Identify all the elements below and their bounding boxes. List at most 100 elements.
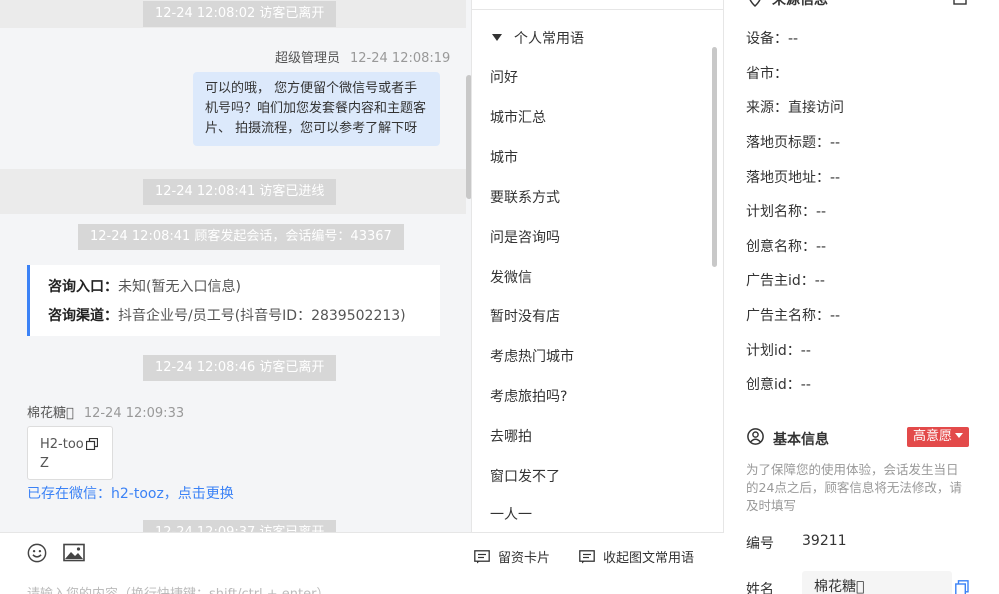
phrase-item[interactable]: 问好 [490, 67, 518, 87]
phrase-group-header[interactable]: 个人常用语 [492, 28, 584, 48]
info-label: 广告主id： [746, 273, 815, 289]
collapse-phrases-button[interactable]: 收起图文常用语 [579, 547, 694, 566]
phrase-group-title: 个人常用语 [514, 31, 584, 47]
info-label: 创意id： [746, 377, 801, 393]
entry-value: 未知(暂无入口信息) [118, 279, 241, 295]
message-time: 12-24 12:09:33 [83, 406, 185, 421]
info-row-creative-name: 创意名称：-- [746, 236, 826, 256]
phrase-item[interactable]: 城市汇总 [490, 107, 546, 127]
message-input[interactable]: 请输入您的内容（换行快捷键：shift/ctrl + enter） [27, 583, 330, 594]
copy-icon[interactable] [86, 438, 98, 450]
info-row-device: 设备：-- [746, 28, 798, 48]
intent-level-dropdown[interactable]: 高意愿 [907, 427, 970, 447]
info-value: -- [816, 204, 827, 220]
phrase-item[interactable]: 发微信 [490, 267, 532, 287]
info-row-plan-name: 计划名称：-- [746, 201, 826, 221]
collapse-phrases-label: 收起图文常用语 [603, 551, 695, 566]
phrase-item[interactable]: 暂时没有店 [490, 306, 560, 326]
message-meta: 超级管理员 12-24 12:08:19 [275, 47, 450, 66]
user-circle-icon [747, 428, 764, 445]
id-value: 39211 [802, 533, 847, 549]
phrases-scrollbar[interactable] [712, 47, 717, 267]
phrase-item[interactable]: 去哪拍 [490, 426, 532, 446]
caret-down-icon [492, 34, 502, 41]
channel-line: 咨询渠道：抖音企业号/员工号(抖音号ID：2839502213) [48, 303, 422, 332]
info-label: 落地页地址： [746, 170, 830, 186]
channel-value: 抖音企业号/员工号(抖音号ID：2839502213) [118, 308, 406, 324]
entry-label: 咨询入口： [48, 279, 118, 295]
message-time: 12-24 12:08:19 [350, 51, 451, 66]
info-value: -- [830, 135, 841, 151]
info-row-plan-id: 计划id：-- [746, 340, 811, 360]
edit-icon[interactable] [953, 0, 967, 5]
image-icon[interactable] [63, 543, 85, 563]
system-message: 12-24 12:08:46 访客已离开 [143, 355, 337, 381]
message-composer: 留资卡片 收起图文常用语 请输入您的内容（换行快捷键：shift/ctrl + … [0, 532, 724, 594]
phrase-item[interactable]: 问是咨询吗 [490, 227, 560, 247]
lead-card-label: 留资卡片 [498, 551, 551, 566]
info-row-advertiser-name: 广告主名称：-- [746, 305, 840, 325]
system-message: 12-24 12:08:02 访客已离开 [143, 1, 337, 27]
visitor-message-bubble: H2-too Z [27, 426, 113, 480]
phrase-item[interactable]: 城市 [490, 147, 518, 167]
info-label: 计划id： [746, 343, 801, 359]
channel-label: 咨询渠道： [48, 308, 118, 324]
system-row: 12-24 12:08:02 访客已离开 [0, 0, 466, 28]
collect-icon [579, 549, 595, 563]
info-value: -- [830, 170, 841, 186]
id-label: 编号 [746, 536, 774, 552]
message-line: Z [40, 456, 49, 471]
phrase-item[interactable]: 考虑旅拍吗? [490, 386, 567, 406]
phrase-item[interactable]: 一人一 [490, 504, 532, 524]
sender-name: 棉花糖  [27, 406, 74, 421]
info-row-province: 省市： [746, 63, 788, 83]
chat-panel: 12-24 12:08:02 访客已离开 超级管理员 12-24 12:08:19… [0, 0, 472, 532]
info-label: 省市： [746, 66, 788, 82]
lead-card-button[interactable]: 留资卡片 [474, 547, 550, 566]
info-row-creative-id: 创意id：-- [746, 374, 811, 394]
info-label: 计划名称： [746, 204, 816, 220]
edit-deadline-notice: 为了保障您的使用体验，会话发生当日的24点之后，顾客信息将无法修改，请及时填写 [746, 462, 962, 513]
phrase-item[interactable]: 要联系方式 [490, 187, 560, 207]
info-row-landing-url: 落地页地址：-- [746, 167, 840, 187]
info-row-source: 来源：直接访问 [746, 97, 844, 117]
copy-icon[interactable] [955, 580, 969, 594]
info-row-landing-title: 落地页标题：-- [746, 132, 840, 152]
info-value: -- [814, 273, 825, 289]
quick-phrases-panel: 个人常用语 问好 城市汇总 城市 要联系方式 问是咨询吗 发微信 暂时没有店 考… [472, 0, 724, 532]
system-message: 12-24 12:09:37 访客已离开 [143, 520, 337, 532]
customer-info-panel: 来源信息 设备：-- 省市： 来源：直接访问 落地页标题：-- 落地页地址：--… [724, 0, 999, 594]
info-value: 直接访问 [788, 100, 844, 116]
info-value: -- [788, 31, 799, 47]
name-input[interactable]: 棉花糖  [802, 571, 952, 594]
entry-line: 咨询入口：未知(暂无入口信息) [48, 274, 422, 303]
phrases-top-divider [472, 0, 723, 10]
emoji-icon[interactable] [26, 543, 48, 563]
wechat-change-link[interactable]: 已存在微信：h2-tooz，点击更换 [27, 483, 234, 503]
system-message: 12-24 12:08:41 访客已进线 [143, 179, 337, 205]
intent-level-value: 高意愿 [913, 429, 953, 444]
system-message: 12-24 12:08:41 顾客发起会话，会话编号：43367 [78, 224, 404, 250]
info-value: -- [816, 239, 827, 255]
name-label: 姓名 [746, 582, 774, 594]
phrase-item[interactable]: 考虑热门城市 [490, 346, 574, 366]
info-value: -- [800, 343, 811, 359]
info-label: 设备： [746, 31, 788, 47]
location-icon [749, 0, 761, 7]
info-label: 落地页标题： [746, 135, 830, 151]
info-label: 创意名称： [746, 239, 816, 255]
source-info-title: 来源信息 [772, 0, 828, 8]
info-label: 来源： [746, 100, 788, 116]
system-row: 12-24 12:08:41 访客已进线 [0, 169, 466, 214]
sender-name: 超级管理员 [275, 51, 341, 66]
message-meta: 棉花糖  12-24 12:09:33 [27, 402, 184, 421]
caret-down-icon [955, 433, 964, 438]
info-label: 广告主名称： [746, 308, 830, 324]
phrase-item[interactable]: 窗口发不了 [490, 466, 560, 486]
basic-info-title: 基本信息 [773, 432, 829, 448]
card-icon [474, 549, 490, 563]
entry-info-card: 咨询入口：未知(暂无入口信息) 咨询渠道：抖音企业号/员工号(抖音号ID：283… [27, 265, 440, 336]
agent-message-bubble: 可以的哦， 您方便留个微信号或者手机号吗？咱们加您发套餐内容和主题客片、 拍摄流… [193, 72, 440, 146]
info-value: -- [800, 377, 811, 393]
info-value: -- [830, 308, 841, 324]
